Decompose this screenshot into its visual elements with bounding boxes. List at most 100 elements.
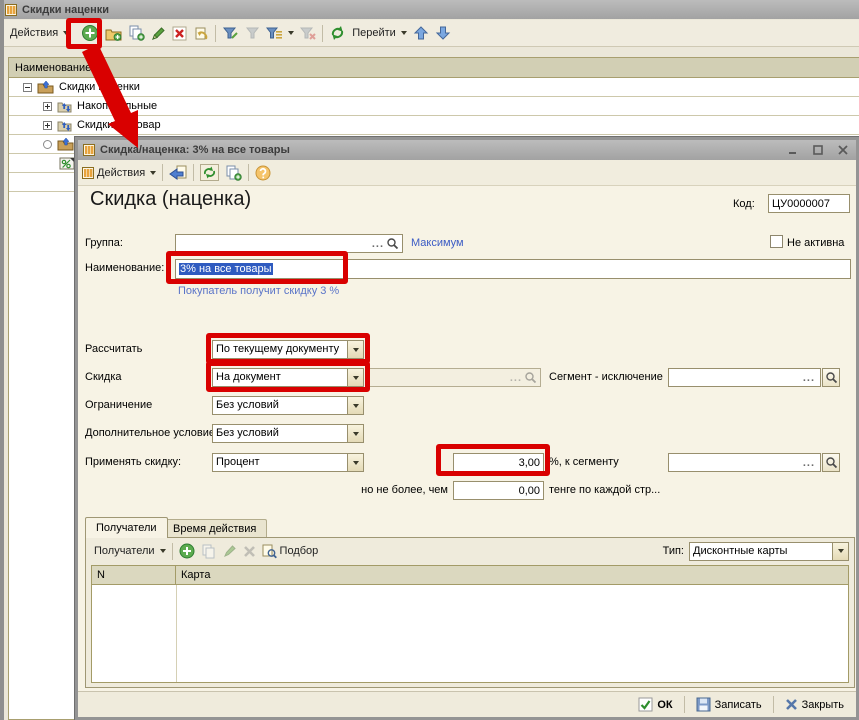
dropdown-button[interactable] xyxy=(347,369,363,386)
percent-card-icon xyxy=(59,157,76,170)
chevron-down-icon xyxy=(150,171,156,175)
add-group-button[interactable] xyxy=(102,24,125,43)
app-table-icon xyxy=(83,144,95,156)
segment-exclude-field[interactable]: ... xyxy=(668,368,821,387)
close-button[interactable] xyxy=(835,143,851,157)
help-button[interactable] xyxy=(252,163,274,183)
name-field[interactable]: 3% на все товары xyxy=(175,259,851,279)
maximum-link[interactable]: Максимум xyxy=(411,237,464,249)
delete-button[interactable] xyxy=(169,24,190,43)
dropdown-button[interactable] xyxy=(347,397,363,414)
recipients-table-body[interactable] xyxy=(92,585,848,682)
filter-history-button[interactable] xyxy=(263,24,297,43)
tree-row[interactable]: Скидки наценки xyxy=(9,78,859,97)
app-table-icon xyxy=(82,167,94,179)
tab-time[interactable]: Время действия xyxy=(162,519,267,538)
dialog-toolbar: Действия xyxy=(78,160,856,186)
dropdown-button[interactable] xyxy=(832,543,848,560)
calc-dropdown[interactable]: По текущему документу xyxy=(212,340,364,359)
save-icon xyxy=(696,697,711,712)
limit-dropdown[interactable]: Без условий xyxy=(212,396,364,415)
max-field[interactable]: 0,00 xyxy=(453,481,544,500)
filter-icon xyxy=(245,26,260,41)
refresh-button[interactable] xyxy=(326,23,349,43)
chevron-down-icon xyxy=(353,461,359,465)
move-up-button[interactable] xyxy=(410,23,432,43)
search-icon[interactable] xyxy=(386,237,399,250)
column-header-card[interactable]: Карта xyxy=(176,566,848,584)
add-button[interactable] xyxy=(78,22,102,44)
close-dialog-button[interactable]: Закрыть xyxy=(781,696,848,713)
ok-button[interactable]: ОК xyxy=(634,695,676,714)
ellipsis-button[interactable]: ... xyxy=(370,238,386,250)
type-label: Тип: xyxy=(663,545,684,557)
dropdown-button[interactable] xyxy=(347,454,363,471)
dialog-titlebar[interactable]: Скидка/наценка: 3% на все товары xyxy=(78,140,856,160)
recipients-add-button[interactable] xyxy=(176,541,198,561)
apply-dropdown[interactable]: Процент xyxy=(212,453,364,472)
refresh-icon xyxy=(329,25,346,41)
inactive-checkbox[interactable] xyxy=(770,235,783,248)
reread-button[interactable] xyxy=(166,163,190,183)
ellipsis-button[interactable]: ... xyxy=(801,457,817,469)
collapse-icon[interactable] xyxy=(23,83,32,92)
recipients-edit-button[interactable] xyxy=(220,542,240,560)
segment-search-button[interactable] xyxy=(822,453,840,472)
tree-item-label: Скидки наценки xyxy=(59,81,140,93)
tab-recipients[interactable]: Получатели xyxy=(85,517,168,538)
recipients-copy-button[interactable] xyxy=(198,542,220,561)
recipients-menu-button[interactable]: Получатели xyxy=(91,543,169,559)
chevron-down-icon xyxy=(63,31,69,35)
recipients-delete-button[interactable] xyxy=(240,543,259,560)
dialog-copy-button[interactable] xyxy=(222,163,245,183)
filter-settings-button[interactable] xyxy=(219,24,242,43)
chevron-down-icon xyxy=(353,432,359,436)
chevron-down-icon xyxy=(160,549,166,553)
tree-row[interactable]: Скидки на товар xyxy=(9,116,859,135)
limit-label: Ограничение xyxy=(85,399,152,411)
column-header-n[interactable]: N xyxy=(92,566,176,584)
search-icon xyxy=(825,456,838,469)
undo-button[interactable] xyxy=(190,24,212,43)
dialog-actions-menu-button[interactable]: Действия xyxy=(94,165,159,181)
minimize-button[interactable] xyxy=(785,143,801,157)
ellipsis-button[interactable]: ... xyxy=(801,372,817,384)
chevron-down-icon xyxy=(353,404,359,408)
dialog-refresh-button[interactable] xyxy=(197,162,222,183)
add-group-icon xyxy=(105,26,122,41)
clear-filter-button[interactable] xyxy=(297,24,319,43)
segment-field[interactable]: ... xyxy=(668,453,821,472)
dropdown-button[interactable] xyxy=(347,341,363,358)
filter-by-value-button[interactable] xyxy=(242,24,263,43)
expand-icon[interactable] xyxy=(43,121,52,130)
copy-button[interactable] xyxy=(125,23,148,43)
tree-row[interactable]: Накопительные xyxy=(9,97,859,116)
node-circle-icon[interactable] xyxy=(43,140,52,149)
percent-field[interactable]: 3,00 xyxy=(453,453,544,472)
dropdown-button[interactable] xyxy=(347,425,363,442)
extra-condition-dropdown[interactable]: Без условий xyxy=(212,424,364,443)
folder-group-icon xyxy=(57,137,74,151)
maximize-button[interactable] xyxy=(810,143,826,157)
group-field[interactable]: ... xyxy=(175,234,403,253)
edit-button[interactable] xyxy=(148,24,169,43)
folder-group-icon xyxy=(37,80,54,94)
discount-document-field: ... xyxy=(369,368,541,387)
expand-icon[interactable] xyxy=(43,102,52,111)
segment-exclude-search-button[interactable] xyxy=(822,368,840,387)
pick-button[interactable]: Подбор xyxy=(259,542,322,561)
code-field[interactable]: ЦУ0000007 xyxy=(768,194,850,213)
actions-menu-button[interactable]: Действия xyxy=(7,25,72,41)
tree-header-label: Наименование xyxy=(15,62,91,74)
tab-recipients-label: Получатели xyxy=(96,522,157,534)
tree-column-header[interactable]: Наименование xyxy=(9,58,859,78)
discount-dialog: Скидка/наценка: 3% на все товары Действи… xyxy=(75,137,859,720)
pick-label: Подбор xyxy=(280,545,319,557)
back-window-titlebar[interactable]: Скидки наценки xyxy=(0,0,859,19)
move-down-button[interactable] xyxy=(432,23,454,43)
discount-dropdown[interactable]: На документ xyxy=(212,368,364,387)
chevron-down-icon xyxy=(353,376,359,380)
save-button[interactable]: Записать xyxy=(692,695,766,714)
go-menu-button[interactable]: Перейти xyxy=(349,25,410,41)
type-dropdown[interactable]: Дисконтные карты xyxy=(689,542,849,561)
